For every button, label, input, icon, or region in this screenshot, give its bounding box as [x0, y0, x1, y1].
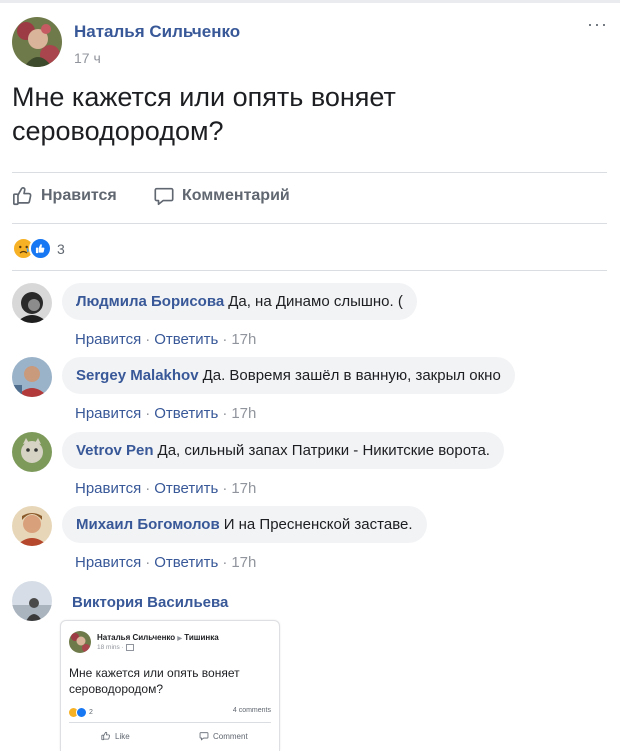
author-avatar: [69, 631, 91, 653]
thumbs-up-icon: [101, 731, 110, 741]
shot-timestamp: 18 mins ·: [97, 644, 134, 651]
comment-bubble: Sergey Malakhov Да. Вовремя зашёл в ванну…: [62, 357, 515, 394]
comment-timestamp[interactable]: 17h: [231, 405, 256, 422]
comment-actions: Нравится · Ответить · 17h: [75, 480, 257, 497]
shot-author-name: Наталья Сильченко: [97, 633, 176, 642]
group-privacy-icon: [125, 644, 134, 651]
commenter-name[interactable]: Людмила Борисова: [76, 293, 224, 310]
comment-timestamp[interactable]: 17h: [231, 554, 256, 571]
like-reaction-icon: [76, 707, 87, 718]
comment-timestamp[interactable]: 17h: [231, 480, 256, 497]
like-label: Нравится: [41, 187, 117, 204]
divider: [12, 172, 607, 173]
divider: [12, 223, 607, 224]
comment-actions: Нравится · Ответить · 17h: [75, 554, 257, 571]
post-author-name[interactable]: Наталья Сильченко: [74, 22, 240, 42]
shot-comments-count: 4 comments: [232, 707, 271, 714]
comment-text: И на Пресненской заставе.: [223, 516, 413, 533]
comment-attached-image[interactable]: Наталья Сильченко ▶ Тишинка 18 mins · Мн…: [60, 620, 280, 751]
author-avatar[interactable]: [12, 17, 62, 67]
commenter-avatar[interactable]: [12, 581, 52, 621]
post-timestamp[interactable]: 17 ч: [74, 50, 101, 66]
divider: [12, 270, 607, 271]
comment-label: Комментарий: [182, 187, 290, 204]
comment-like-link[interactable]: Нравится: [75, 554, 141, 571]
commenter-avatar[interactable]: [12, 283, 52, 323]
commenter-name[interactable]: Виктория Васильева: [72, 594, 228, 611]
comment-bubble: Людмила Борисова Да, на Динамо слышно. (: [62, 283, 417, 320]
comment-icon: [154, 187, 174, 206]
comment-reply-link[interactable]: Ответить: [154, 554, 218, 571]
like-button[interactable]: Нравится: [12, 185, 117, 207]
comment-reply-link[interactable]: Ответить: [154, 480, 218, 497]
comment-text: Да, сильный запах Патрики - Никитские во…: [157, 442, 490, 459]
comment-text: Да. Вовремя зашёл в ванную, закрыл окно: [202, 367, 501, 384]
thumbs-up-icon: [13, 187, 32, 206]
comment-actions: Нравится · Ответить · 17h: [75, 405, 257, 422]
comment-icon: [199, 732, 209, 741]
shot-arrow: ▶: [177, 636, 183, 642]
commenter-avatar[interactable]: [12, 357, 52, 397]
shot-reactions: 2: [69, 707, 93, 718]
reactions-summary[interactable]: 3: [12, 237, 65, 260]
comment-reply-link[interactable]: Ответить: [154, 405, 218, 422]
commenter-name[interactable]: Михаил Богомолов: [76, 516, 220, 533]
reaction-count: 3: [57, 240, 65, 257]
comment-timestamp[interactable]: 17h: [231, 331, 256, 348]
commenter-avatar[interactable]: [12, 432, 52, 472]
shot-group-name: Тишинка: [184, 633, 219, 642]
more-options-icon[interactable]: ···: [587, 14, 608, 35]
commenter-name[interactable]: Sergey Malakhov: [76, 367, 199, 384]
post-text: Мне кажется или опять воняет сероводород…: [12, 82, 396, 146]
comment-actions: Нравится · Ответить · 17h: [75, 331, 257, 348]
shot-post-text: Мне кажется или опять воняет сероводород…: [69, 666, 240, 696]
comment-button[interactable]: Комментарий: [153, 185, 290, 207]
divider: [69, 722, 271, 723]
shot-like-button: Like: [101, 731, 130, 741]
commenter-avatar[interactable]: [12, 506, 52, 546]
comment-text: Да, на Динамо слышно. (: [228, 293, 403, 310]
like-reaction-icon: [29, 237, 52, 260]
top-border: [0, 0, 620, 3]
commenter-name[interactable]: Vetrov Pen: [76, 442, 154, 459]
comment-like-link[interactable]: Нравится: [75, 331, 141, 348]
comment-bubble: Михаил Богомолов И на Пресненской заставе…: [62, 506, 427, 543]
comment-like-link[interactable]: Нравится: [75, 405, 141, 422]
shot-author-line: Наталья Сильченко ▶ Тишинка: [97, 633, 219, 642]
comment-reply-link[interactable]: Ответить: [154, 331, 218, 348]
comment-like-link[interactable]: Нравится: [75, 480, 141, 497]
shot-comment-button: Comment: [199, 731, 248, 741]
comment-bubble: Vetrov Pen Да, сильный запах Патрики - Ни…: [62, 432, 504, 469]
